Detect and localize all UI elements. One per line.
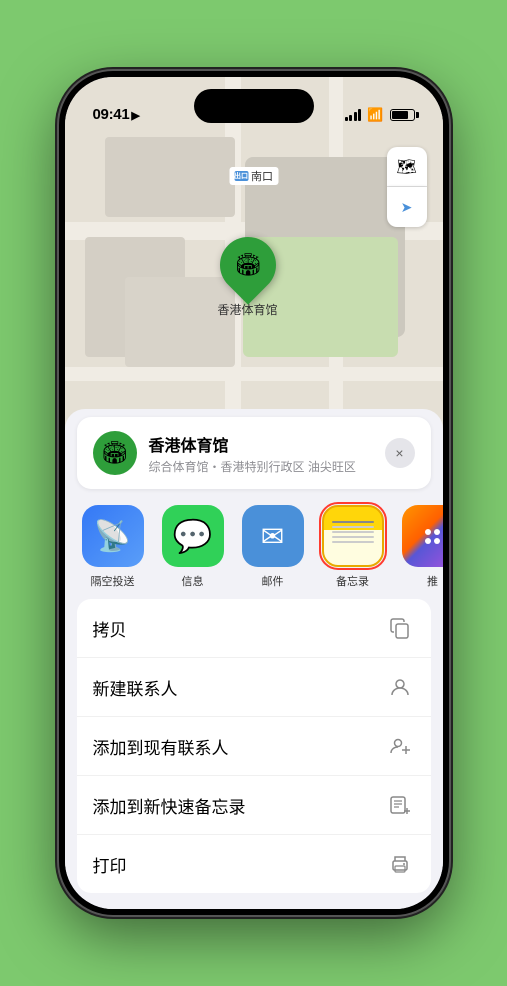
notes-lines-icon (324, 515, 382, 547)
map-exit-label: 出口 南口 (229, 167, 278, 185)
venue-name: 香港体育馆 (149, 432, 373, 456)
status-time: 09:41▶ (93, 106, 140, 123)
print-label: 打印 (93, 852, 127, 877)
add-notes-label: 添加到新快速备忘录 (93, 793, 246, 818)
wifi-icon: 📶 (367, 107, 383, 123)
close-button[interactable]: × (385, 438, 415, 468)
add-existing-icon (385, 731, 415, 761)
dots-row (425, 529, 440, 535)
exit-icon: 出口 (234, 171, 248, 181)
venue-icon: 🏟 (93, 431, 137, 475)
new-contact-label: 新建联系人 (93, 675, 178, 700)
bottom-sheet: 🏟 香港体育馆 综合体育馆・香港特别行政区 油尖旺区 × 📡 隔空投送 (65, 409, 443, 909)
messages-icon: 💬 (162, 505, 224, 567)
share-item-mail[interactable]: ✉ 邮件 (237, 505, 309, 589)
airdrop-label: 隔空投送 (91, 573, 135, 589)
map-road (65, 367, 443, 381)
action-new-contact[interactable]: 新建联系人 (77, 658, 431, 717)
signal-icon (345, 109, 362, 121)
map-controls: 🗺 ➤ (387, 147, 427, 227)
action-print[interactable]: 打印 (77, 835, 431, 893)
dynamic-island (194, 89, 314, 123)
location-arrow: ▶ (131, 110, 139, 122)
notes-label: 备忘录 (336, 573, 369, 589)
stadium-pin[interactable]: 🏟 香港体育馆 (217, 237, 277, 318)
share-item-more[interactable]: 推 (397, 505, 443, 589)
share-item-messages[interactable]: 💬 信息 (157, 505, 229, 589)
map-type-button[interactable]: 🗺 (387, 147, 427, 187)
add-notes-icon (385, 790, 415, 820)
action-add-notes[interactable]: 添加到新快速备忘录 (77, 776, 431, 835)
action-list: 拷贝 新建联系人 (77, 599, 431, 893)
action-add-existing[interactable]: 添加到现有联系人 (77, 717, 431, 776)
venue-header: 🏟 香港体育馆 综合体育馆・香港特别行政区 油尖旺区 × (77, 417, 431, 489)
new-contact-icon (385, 672, 415, 702)
dots-row2 (425, 538, 440, 544)
exit-name: 南口 (251, 168, 273, 184)
mail-label: 邮件 (262, 573, 284, 589)
time-display: 09:41 (93, 106, 130, 123)
more-icon (402, 505, 443, 567)
notes-icon (322, 505, 384, 567)
airdrop-icon: 📡 (82, 505, 144, 567)
more-label: 推 (427, 573, 438, 589)
copy-label: 拷贝 (93, 616, 127, 641)
pin-icon: 🏟 (234, 252, 262, 278)
location-button[interactable]: ➤ (387, 187, 427, 227)
share-item-notes[interactable]: 备忘录 (317, 505, 389, 589)
location-icon: ➤ (401, 199, 413, 216)
mail-icon: ✉ (242, 505, 304, 567)
messages-label: 信息 (182, 573, 204, 589)
venue-info: 香港体育馆 综合体育馆・香港特别行政区 油尖旺区 (149, 432, 373, 475)
map-type-icon: 🗺 (396, 157, 416, 177)
venue-subtitle: 综合体育馆・香港特别行政区 油尖旺区 (149, 458, 373, 475)
pin-marker: 🏟 (208, 225, 287, 304)
map-building (105, 137, 235, 217)
share-item-airdrop[interactable]: 📡 隔空投送 (77, 505, 149, 589)
action-copy[interactable]: 拷贝 (77, 599, 431, 658)
copy-icon (385, 613, 415, 643)
share-row: 📡 隔空投送 💬 信息 ✉ 邮件 (65, 497, 443, 589)
add-existing-label: 添加到现有联系人 (93, 734, 229, 759)
status-icons: 📶 (345, 107, 415, 123)
print-icon (385, 849, 415, 879)
battery-icon (390, 109, 415, 121)
